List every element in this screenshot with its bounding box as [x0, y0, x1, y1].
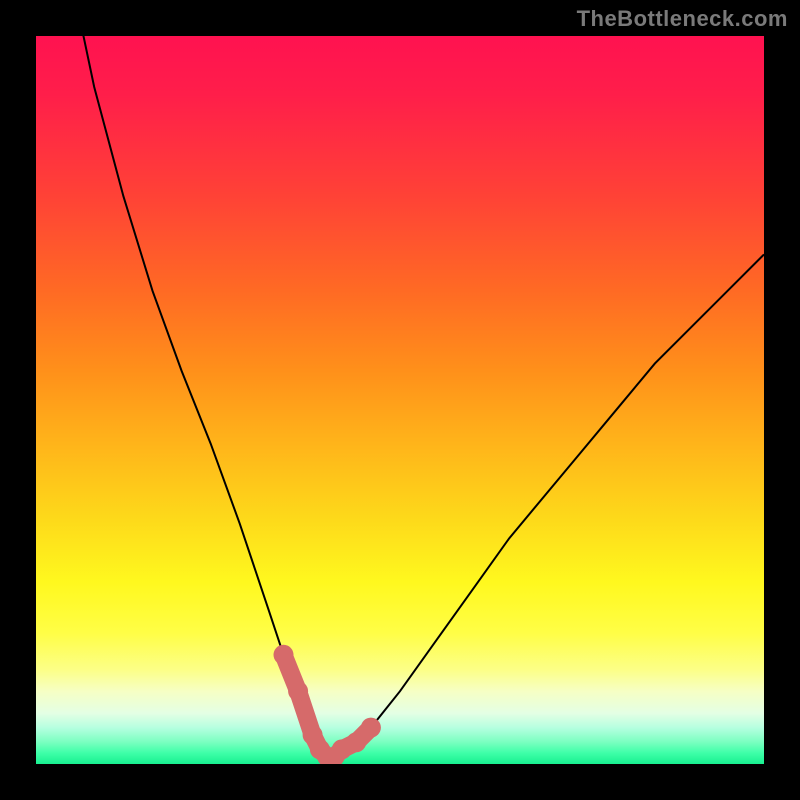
optimal-point	[346, 732, 366, 752]
bottleneck-curve	[65, 36, 764, 757]
plot-area	[36, 36, 764, 764]
watermark-text: TheBottleneck.com	[577, 6, 788, 32]
optimal-range-dots	[274, 645, 381, 764]
chart-frame: TheBottleneck.com	[0, 0, 800, 800]
optimal-point	[288, 681, 308, 701]
optimal-point	[274, 645, 294, 665]
curve-layer	[36, 36, 764, 764]
optimal-point	[361, 718, 381, 738]
